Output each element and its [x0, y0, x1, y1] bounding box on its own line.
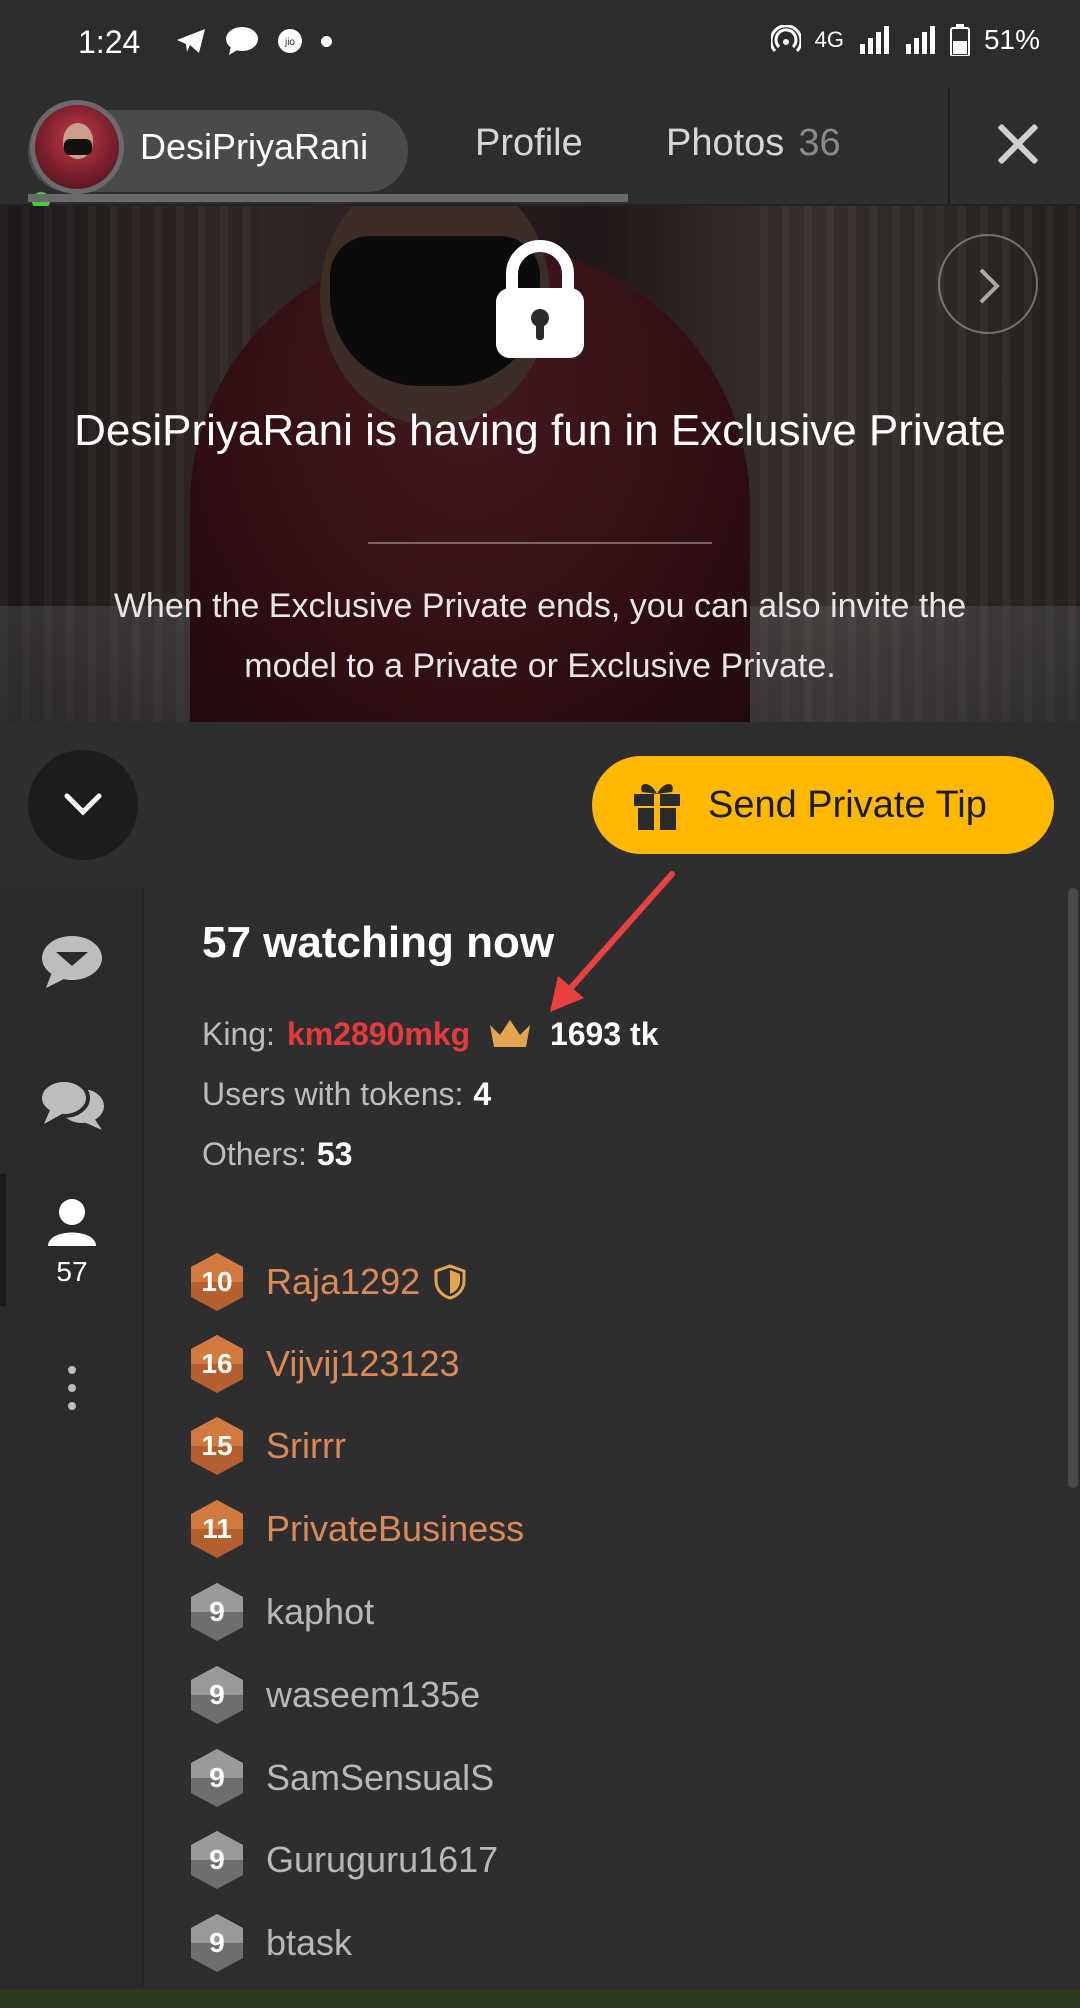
level-number: 9	[209, 1927, 225, 1958]
header-divider	[948, 88, 950, 206]
username: btask	[266, 1922, 353, 1963]
username: SamSensualS	[266, 1757, 495, 1798]
panel-scrollbar[interactable]	[1068, 888, 1078, 1488]
collapse-button[interactable]	[28, 750, 138, 860]
level-badge: 9	[188, 1747, 246, 1809]
level-badge: 10	[188, 1251, 246, 1313]
chevron-down-icon	[64, 793, 102, 816]
lock-icon	[496, 240, 584, 358]
private-show-title: DesiPriyaRani is having fun in Exclusive…	[74, 406, 1006, 455]
users-with-tokens-value: 4	[473, 1076, 492, 1112]
crown-icon	[490, 1020, 531, 1047]
shield-icon	[434, 1264, 466, 1300]
telegram-icon	[177, 29, 205, 53]
hotspot-icon	[770, 25, 801, 53]
watching-count: 57 watching now	[202, 918, 555, 967]
notification-icons: jio	[175, 26, 332, 56]
username: PrivateBusiness	[266, 1508, 525, 1549]
send-private-tip-button[interactable]: Send Private Tip	[592, 756, 1054, 854]
user-row[interactable]: 9 Guruguru1617	[188, 1828, 498, 1892]
tab-photos-label: Photos	[666, 122, 785, 164]
jio-icon: jio	[278, 29, 302, 53]
king-label: King:	[202, 1016, 275, 1052]
user-row[interactable]: 11 PrivateBusiness	[188, 1497, 524, 1561]
next-model-button[interactable]	[938, 234, 1038, 334]
level-badge: 16	[188, 1333, 246, 1395]
level-badge: 9	[188, 1912, 246, 1974]
username: Raja1292	[266, 1261, 421, 1302]
model-avatar[interactable]	[30, 100, 124, 194]
users-with-tokens-row: Users with tokens: 4	[202, 1076, 491, 1113]
side-rail: 57	[0, 888, 144, 1988]
bottom-edge-strip	[0, 1990, 1080, 2008]
annotation-arrow-icon	[550, 871, 675, 1012]
level-number: 11	[202, 1513, 232, 1544]
level-number: 10	[201, 1266, 233, 1297]
svg-text:jio: jio	[284, 37, 295, 48]
users-icon[interactable]	[36, 1198, 108, 1248]
level-badge: 9	[188, 1664, 246, 1726]
controls-row: Send Private Tip	[0, 722, 1080, 888]
level-number: 15	[201, 1430, 233, 1461]
king-username[interactable]: km2890mkg	[287, 1016, 470, 1052]
close-icon[interactable]	[990, 114, 1050, 174]
level-badge: 9	[188, 1829, 246, 1891]
photos-count: 36	[798, 122, 841, 164]
network-type: 4G	[814, 27, 844, 52]
private-show-subtitle: When the Exclusive Private ends, you can…	[113, 587, 967, 685]
level-number: 9	[209, 1762, 225, 1793]
tab-photos[interactable]: Photos 36	[666, 122, 841, 165]
user-row[interactable]: 9 waseem135e	[188, 1663, 480, 1727]
signal-icon	[859, 26, 889, 54]
public-chat-icon[interactable]	[36, 932, 108, 992]
level-badge: 11	[188, 1498, 246, 1560]
level-number: 9	[209, 1844, 225, 1875]
username: waseem135e	[266, 1674, 481, 1715]
level-number: 9	[209, 1679, 225, 1710]
more-notifications-dot	[321, 35, 332, 47]
user-row[interactable]: 9 btask	[188, 1911, 352, 1975]
username: Vijvij123123	[266, 1343, 460, 1384]
chevron-right-icon	[979, 268, 1000, 304]
battery-icon	[949, 24, 970, 56]
tab-indicator	[28, 194, 628, 202]
system-icons: 4G 51%	[770, 24, 1040, 56]
username: Srirrr	[266, 1425, 346, 1466]
audience-panel: 57 57 watching now King: km2890mkg 1693 t…	[0, 888, 1080, 1998]
others-row: Others: 53	[202, 1136, 353, 1173]
users-with-tokens-label: Users with tokens:	[202, 1076, 464, 1112]
users-count: 57	[56, 1256, 88, 1287]
status-bar: 1:24 jio 4G 51%	[0, 0, 1080, 88]
private-chat-icon[interactable]	[36, 1076, 108, 1136]
model-name[interactable]: DesiPriyaRani	[140, 126, 368, 168]
user-row[interactable]: 10 Raja1292	[188, 1250, 466, 1314]
level-badge: 15	[188, 1415, 246, 1477]
avatar-mask	[64, 139, 92, 155]
room-header: DesiPriyaRani Profile Photos 36	[0, 88, 1080, 210]
user-row[interactable]: 16 Vijvij123123	[188, 1332, 459, 1396]
others-value: 53	[316, 1136, 353, 1172]
video-player[interactable]: DesiPriyaRani is having fun in Exclusive…	[0, 206, 1080, 722]
king-tokens: 1693 tk	[549, 1016, 659, 1052]
battery-percent: 51%	[983, 24, 1040, 55]
status-time: 1:24	[78, 24, 141, 60]
gift-icon	[634, 784, 680, 830]
username: kaphot	[266, 1591, 375, 1632]
level-badge: 9	[188, 1581, 246, 1643]
signal-icon-2	[905, 26, 935, 54]
more-vertical-icon[interactable]	[36, 1364, 108, 1414]
username: Guruguru1617	[266, 1839, 499, 1880]
title-divider	[368, 542, 712, 544]
tab-profile[interactable]: Profile	[475, 122, 583, 165]
level-number: 16	[201, 1348, 233, 1379]
level-number: 9	[209, 1596, 225, 1627]
chat-bubble-icon	[226, 27, 258, 55]
others-label: Others:	[202, 1136, 307, 1172]
tab-profile-label: Profile	[475, 122, 583, 164]
send-private-tip-label: Send Private Tip	[708, 784, 987, 826]
user-row[interactable]: 9 kaphot	[188, 1580, 374, 1644]
user-row[interactable]: 9 SamSensualS	[188, 1746, 494, 1810]
user-row[interactable]: 15 Srirrr	[188, 1414, 346, 1478]
king-row: King: km2890mkg 1693 tk	[202, 1016, 658, 1053]
